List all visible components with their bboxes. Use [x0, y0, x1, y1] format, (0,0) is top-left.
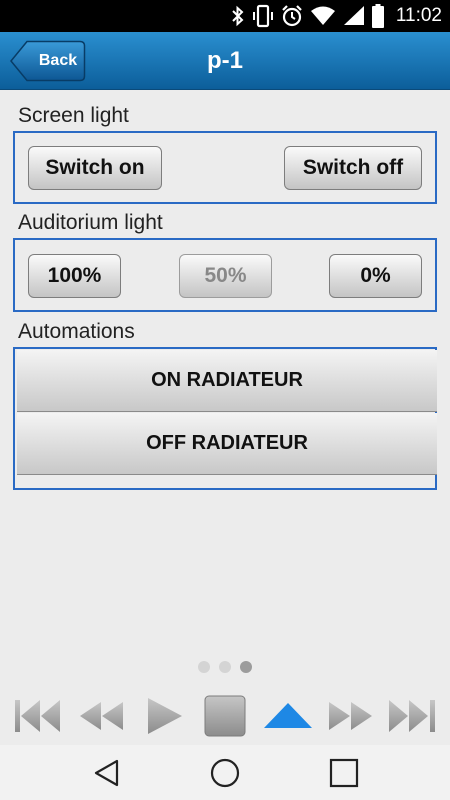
switch-on-button[interactable]: Switch on	[28, 146, 162, 190]
automations-group: ON RADIATEUR OFF RADIATEUR	[13, 347, 437, 490]
screen-light-group: Switch on Switch off	[13, 131, 437, 204]
vibrate-icon	[252, 4, 273, 28]
automations-label: Automations	[18, 320, 135, 343]
page-dot-active[interactable]	[240, 661, 252, 673]
back-nav-icon[interactable]	[91, 757, 123, 789]
rewind-icon[interactable]	[76, 690, 128, 742]
app-header: Back p-1	[0, 32, 450, 90]
alarm-icon	[282, 5, 302, 27]
battery-icon	[371, 4, 384, 28]
light-50-button[interactable]: 50%	[179, 254, 272, 298]
skip-to-start-icon[interactable]	[12, 690, 64, 742]
page-dot[interactable]	[219, 661, 231, 673]
skip-to-end-icon[interactable]	[386, 690, 438, 742]
home-nav-icon[interactable]	[209, 757, 241, 789]
back-button-label: Back	[38, 52, 78, 69]
signal-icon	[343, 6, 364, 25]
auditorium-light-group: 100% 50% 0%	[13, 238, 437, 312]
media-controls	[0, 690, 450, 742]
fast-forward-icon[interactable]	[324, 690, 376, 742]
status-bar: 11:02	[0, 0, 450, 32]
page-indicator	[198, 661, 252, 673]
recents-nav-icon[interactable]	[328, 757, 360, 789]
page-dot[interactable]	[198, 661, 210, 673]
eject-icon[interactable]	[262, 690, 314, 742]
switch-off-button[interactable]: Switch off	[284, 146, 422, 190]
off-radiateur-button[interactable]: OFF RADIATEUR	[17, 413, 437, 475]
screen-light-label: Screen light	[18, 104, 129, 127]
light-0-button[interactable]: 0%	[329, 254, 422, 298]
play-icon[interactable]	[140, 690, 192, 742]
stop-icon[interactable]	[200, 690, 252, 742]
on-radiateur-button[interactable]: ON RADIATEUR	[17, 350, 437, 412]
system-nav-bar	[0, 745, 450, 800]
clock: 11:02	[395, 5, 442, 26]
wifi-icon	[310, 6, 335, 25]
light-100-button[interactable]: 100%	[28, 254, 121, 298]
back-button[interactable]: Back	[10, 40, 86, 82]
bluetooth-icon	[232, 5, 244, 27]
auditorium-light-label: Auditorium light	[18, 211, 163, 234]
